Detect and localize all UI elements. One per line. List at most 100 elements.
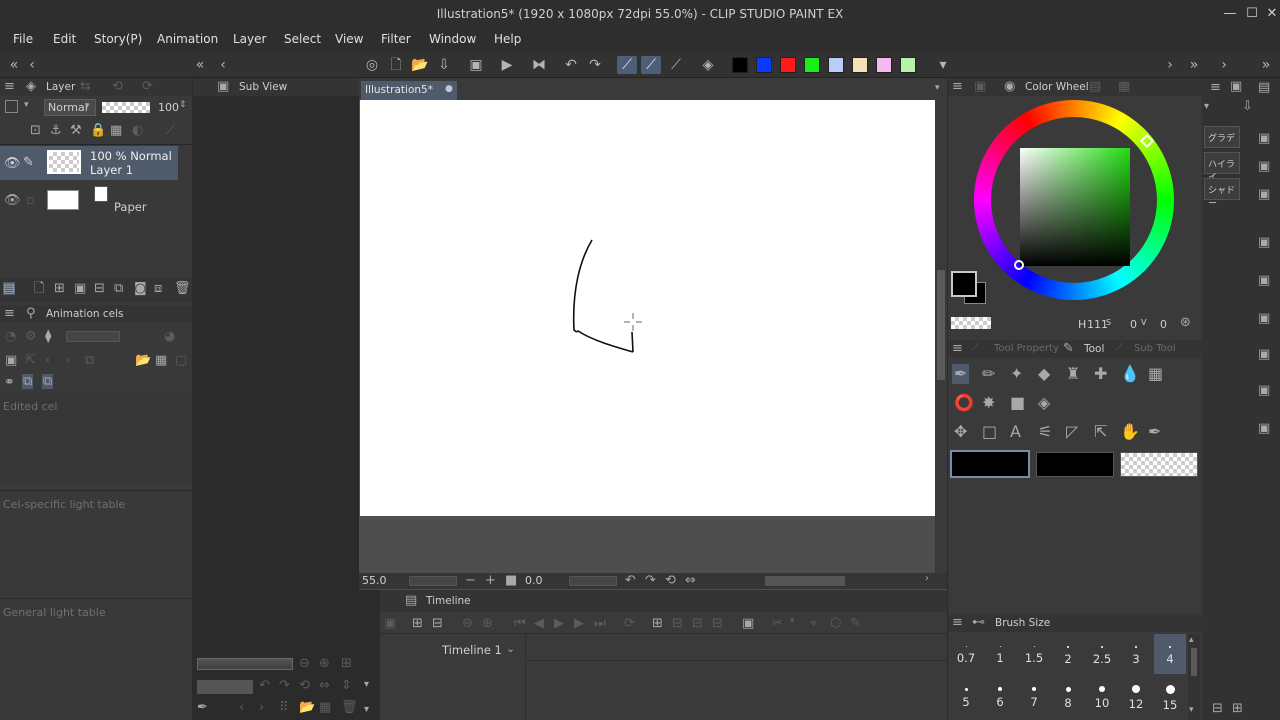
tl-frames-icon[interactable]: ⊞ <box>412 617 423 630</box>
brush-size-option[interactable]: 12 <box>1120 677 1152 717</box>
open-folder-icon[interactable]: 📂 <box>410 56 430 74</box>
sub-zoom-in-icon[interactable]: ⊕ <box>319 657 330 670</box>
sub-zoom-out-icon[interactable]: ⊖ <box>299 657 310 670</box>
tl-cel-4-icon[interactable]: ⊟ <box>712 617 723 630</box>
cel-image-icon[interactable]: ▦ <box>155 354 167 367</box>
brush-size-option[interactable]: 2.5 <box>1086 634 1118 674</box>
hand-tool-icon[interactable]: ✋ <box>1120 424 1140 440</box>
cel-copy-icon[interactable]: ⧉ <box>85 354 94 367</box>
color-set-tab-icon[interactable]: ▣ <box>974 80 986 93</box>
far-bottom-icon-2[interactable]: ⊞ <box>1232 702 1243 715</box>
transparent-color-chip[interactable] <box>951 317 991 329</box>
tool-panel-menu-icon[interactable]: ≡ <box>952 342 963 355</box>
tab-sub-tool[interactable]: Sub Tool <box>1134 343 1176 354</box>
move-tool-icon[interactable]: ✥ <box>954 424 967 440</box>
ruler-tool-icon[interactable]: ◸ <box>1066 424 1078 440</box>
lasso-tool-icon[interactable]: ⭕ <box>954 395 974 411</box>
blend-mode-select[interactable]: Normal ▾ <box>44 99 96 116</box>
hscroll-right-icon[interactable]: › <box>925 574 929 584</box>
minimize-button[interactable]: — <box>1222 6 1238 22</box>
reference-layer-icon[interactable]: ⚓ <box>50 124 62 137</box>
color-swatch-light-blue[interactable] <box>828 57 844 73</box>
timeline-track-chevron-icon[interactable]: ⌄ <box>506 643 515 654</box>
far-download-icon[interactable]: ⇩ <box>1242 100 1253 113</box>
decoration-tool-icon[interactable]: ✚ <box>1094 366 1107 382</box>
rotate-right-icon[interactable]: ↷ <box>645 574 656 587</box>
sub-grid-icon[interactable]: ⠿ <box>279 701 289 714</box>
material-item-3[interactable]: シャドー <box>1204 178 1240 209</box>
main-color-bar[interactable] <box>950 450 1030 478</box>
brush-size-option[interactable]: 10 <box>1086 677 1118 717</box>
zoom-value[interactable]: 55.0 <box>362 574 387 587</box>
menu-layer[interactable]: Layer <box>233 32 266 46</box>
onion-skin-icon[interactable]: ◔ <box>5 330 16 343</box>
far-menu-icon[interactable]: ≡ <box>1210 81 1221 94</box>
drawing-canvas[interactable] <box>360 100 935 516</box>
eyedropper-tool-icon[interactable]: ✒ <box>1148 424 1161 440</box>
cel-light-table-icon[interactable]: ⧉ <box>22 374 34 389</box>
paper-eye-icon[interactable]: 👁 <box>4 194 21 207</box>
tl-tool-dropdown-icon[interactable]: ▾ <box>790 617 795 626</box>
cel-folder-icon[interactable]: 📂 <box>135 354 151 367</box>
far-side-icon-3[interactable]: ▣ <box>1258 188 1270 201</box>
cel-add-icon[interactable]: ▣ <box>5 354 17 367</box>
tl-cel-2-icon[interactable]: ⊟ <box>672 617 683 630</box>
collapse-far-right-icon[interactable]: » <box>1256 56 1276 74</box>
rotation-value[interactable]: 0.0 <box>525 574 543 587</box>
collapse-right-icon[interactable]: » <box>1184 56 1204 74</box>
reset-rotation-icon[interactable]: ⟲ <box>665 574 676 587</box>
lock-icon[interactable]: 🔒 <box>90 124 106 137</box>
far-icon-2[interactable]: ▤ <box>1258 81 1270 94</box>
blend-tool-icon[interactable]: ♜ <box>1066 366 1080 382</box>
draft-layer-icon[interactable]: ⚒ <box>70 124 82 137</box>
menu-file[interactable]: File <box>13 32 33 46</box>
chevron-left-icon[interactable]: ‹ <box>22 56 42 74</box>
ruler-icon[interactable]: ⟋ <box>166 124 175 137</box>
anim-panel-menu-icon[interactable]: ≡ <box>4 307 15 320</box>
lock-transparent-icon[interactable]: ▦ <box>110 124 122 137</box>
zoom-in-icon[interactable]: + <box>485 574 496 587</box>
cel-delete-icon[interactable]: ▢ <box>175 354 187 367</box>
tab-list-chevron-icon[interactable]: ▾ <box>935 84 940 93</box>
play-icon[interactable]: ▶ <box>497 56 517 74</box>
tl-prev-frame-icon[interactable]: ◀ <box>534 617 544 630</box>
menu-edit[interactable]: Edit <box>53 32 76 46</box>
brush-panel-menu-icon[interactable]: ≡ <box>952 616 963 629</box>
tl-tool-2-icon[interactable]: ⌖ <box>810 617 817 630</box>
far-side-icon-6[interactable]: ▣ <box>1258 312 1270 325</box>
visibility-eye-icon[interactable]: 👁 <box>4 157 21 170</box>
far-dropdown-icon[interactable]: ▾ <box>1204 102 1209 112</box>
color-swatch-pink[interactable] <box>876 57 892 73</box>
menu-select[interactable]: Select <box>284 32 321 46</box>
far-side-icon-1[interactable]: ▣ <box>1258 132 1270 145</box>
fit-window-icon[interactable]: ■ <box>505 574 517 587</box>
cel-move-icon[interactable]: ⇱ <box>25 354 36 367</box>
sub-delete-icon[interactable]: 🗑 <box>341 701 358 714</box>
color-history-tab-icon[interactable]: ▦ <box>1118 80 1130 93</box>
tl-light-table-icon[interactable]: ▣ <box>742 617 754 630</box>
cel-next-icon[interactable]: › <box>65 354 70 367</box>
far-bottom-icon-1[interactable]: ⊟ <box>1212 702 1223 715</box>
layer-color-box[interactable] <box>5 100 18 113</box>
color-swatch-red[interactable] <box>780 57 796 73</box>
tab-tool[interactable]: Tool <box>1084 343 1104 355</box>
tl-edit-icon[interactable]: ⊟ <box>432 617 443 630</box>
layer-row-layer1[interactable]: 👁 ✎ 100 % Normal Layer 1 <box>0 146 192 180</box>
menu-story[interactable]: Story(P) <box>94 32 142 46</box>
tl-tool-1-icon[interactable]: ✂ <box>772 617 783 630</box>
maximize-button[interactable]: ☐ <box>1244 6 1260 22</box>
sv-handle[interactable] <box>1014 260 1024 270</box>
collapse-left-icon[interactable]: « <box>4 56 24 74</box>
sub-view-rotate-slider[interactable] <box>197 680 253 694</box>
document-tab-close-icon[interactable]: ● <box>445 84 453 94</box>
menu-window[interactable]: Window <box>429 32 476 46</box>
far-side-icon-7[interactable]: ▣ <box>1258 348 1270 361</box>
fill-icon[interactable]: ◈ <box>698 56 718 74</box>
undo-icon[interactable]: ↶ <box>561 56 581 74</box>
flip-horizontal-icon[interactable]: ⇔ <box>685 574 696 587</box>
snap-special-ruler-icon[interactable]: ⟋ <box>641 56 661 74</box>
tl-zoom-in-icon[interactable]: ⊕ <box>482 617 493 630</box>
tl-zoom-out-icon[interactable]: ⊖ <box>462 617 473 630</box>
anim-slider[interactable] <box>66 331 120 342</box>
far-side-icon-4[interactable]: ▣ <box>1258 236 1270 249</box>
